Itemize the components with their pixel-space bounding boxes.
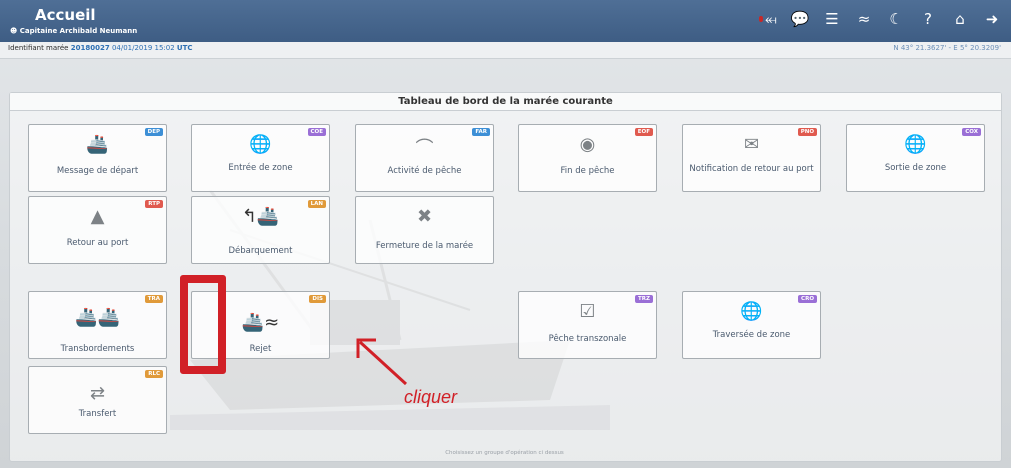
tile-fin-peche[interactable]: EOF ◉ Fin de pêche (518, 124, 657, 192)
tile-label: Sortie de zone (884, 163, 947, 173)
trip-datetime: 04/01/2019 15:02 (111, 44, 175, 52)
globe-icon: 🌐 (249, 134, 272, 155)
tile-entree-zone[interactable]: COE 🌐 Entrée de zone (191, 124, 330, 192)
highlight-box (180, 275, 226, 374)
transshipment-icon: 🚢🚢 (75, 307, 120, 328)
trip-info-bar: Identifiant marée 20180027 04/01/2019 15… (0, 42, 1011, 59)
moon-icon[interactable]: ☾ (887, 9, 905, 29)
toolbar-icons: ⬶ 💬 ☰ ≈ ☾ ? ⌂ ➜ (759, 9, 1001, 29)
tile-label: Message de départ (56, 166, 139, 176)
tile-retour-port[interactable]: RTP ▲ Retour au port (28, 196, 167, 264)
transfer-arrows-icon: ⇄ (89, 383, 106, 404)
tile-message-depart[interactable]: DEP 🚢 Message de départ (28, 124, 167, 192)
database-icon[interactable]: ☰ (823, 9, 841, 29)
tile-label: Entrée de zone (228, 163, 293, 173)
globe-icon: 🌐 (904, 134, 927, 155)
tile-traversee-zone[interactable]: CRO 🌐 Traversée de zone (682, 291, 821, 359)
checkbox-icon: ☑ (579, 301, 596, 322)
tile-label: Transbordements (60, 344, 135, 354)
tile-activite-peche[interactable]: FAR ⌒ Activité de pêche (355, 124, 494, 192)
lighthouse-icon: ▲ (90, 206, 105, 227)
tile-label: Traversée de zone (712, 330, 791, 340)
home-icon[interactable]: ⌂ (951, 9, 969, 29)
trip-identifier: Identifiant marée 20180027 04/01/2019 15… (8, 44, 193, 52)
tile-debarquement[interactable]: LAN ↰🚢 Débarquement (191, 196, 330, 264)
tile-label: Retour au port (66, 238, 129, 248)
footer-hint: Choisissez un groupe d'opération ci dess… (445, 450, 564, 456)
tile-fermeture-maree[interactable]: ✖ Fermeture de la marée (355, 196, 494, 264)
user-icon: ☻ (10, 27, 18, 35)
tile-notification-retour-port[interactable]: PNO ✉ Notification de retour au port (682, 124, 821, 192)
badge-tra: TRA (144, 295, 163, 303)
tile-peche-transzonale[interactable]: TRZ ☑ Pêche transzonale (518, 291, 657, 359)
tile-label: Pêche transzonale (548, 334, 627, 344)
badge-rlc: RLC (145, 370, 163, 378)
timezone: UTC (176, 44, 193, 52)
chat-icon[interactable]: 💬 (791, 9, 810, 29)
tile-transbordements[interactable]: TRA 🚢🚢 Transbordements (28, 291, 167, 359)
trip-id: 20180027 (70, 44, 110, 52)
top-navigation-bar: Accueil ☻ Capitaine Archibald Neumann ⬶ … (0, 0, 1011, 42)
wifi-icon[interactable]: ≈ (855, 9, 873, 29)
usb-icon[interactable]: ⬶ (759, 9, 777, 29)
tile-label: Fin de pêche (560, 166, 615, 176)
annotation-arrow-icon (356, 338, 408, 386)
gps-coordinates: N 43° 21.3627' - E 5° 20.3209' (893, 44, 1001, 52)
captain-name: ☻ Capitaine Archibald Neumann (10, 27, 138, 35)
fishhook-icon: ⌒ (415, 138, 434, 159)
stop-icon: ◉ (579, 134, 596, 155)
annotation-label: cliquer (404, 387, 458, 407)
tile-label: Notification de retour au port (689, 164, 814, 174)
globe-icon: 🌐 (740, 301, 763, 322)
tile-sortie-zone[interactable]: COX 🌐 Sortie de zone (846, 124, 985, 192)
ship-icon: 🚢 (86, 134, 109, 155)
panel-title: Tableau de bord de la marée courante (10, 93, 1001, 111)
tile-label: Activité de pêche (387, 166, 462, 176)
page-title: Accueil (35, 6, 96, 24)
close-icon: ✖ (416, 206, 433, 227)
tile-transfert[interactable]: RLC ⇄ Transfert (28, 366, 167, 434)
help-icon[interactable]: ? (919, 9, 937, 29)
logout-icon[interactable]: ➜ (983, 9, 1001, 29)
tile-label: Débarquement (228, 246, 293, 256)
envelope-icon: ✉ (743, 134, 760, 155)
tile-label: Fermeture de la marée (375, 241, 474, 251)
unload-ship-icon: ↰🚢 (241, 206, 280, 227)
tile-label: Transfert (78, 409, 117, 419)
alert-dot (759, 16, 763, 22)
badge-dis: DIS (309, 295, 326, 303)
